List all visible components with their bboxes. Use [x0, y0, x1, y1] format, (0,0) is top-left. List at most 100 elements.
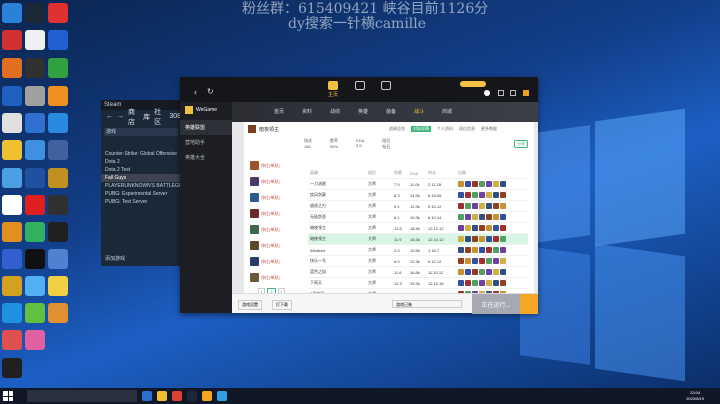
desktop-icon[interactable]	[2, 330, 22, 350]
desktop-icon[interactable]	[2, 249, 22, 269]
list-item[interactable]: 排位(单双)	[250, 190, 302, 205]
message-icon[interactable]	[498, 90, 504, 96]
back-icon[interactable]: ‹	[194, 87, 197, 97]
tab-items[interactable]: 装备	[386, 108, 396, 115]
desktop-icon[interactable]	[2, 30, 22, 50]
wegame-icon[interactable]	[202, 391, 212, 401]
browser-icon[interactable]	[172, 391, 182, 401]
desktop-icon[interactable]	[48, 86, 68, 106]
desktop-icon[interactable]	[25, 140, 45, 160]
tab-home[interactable]: 主页	[323, 81, 343, 98]
sidebar-item-lol[interactable]: 英雄联盟	[180, 120, 232, 135]
table-row[interactable]: 疾风剑豪 大师 8.3 14.5k 5.19.06	[308, 190, 528, 201]
desktop-icon[interactable]	[48, 195, 68, 215]
table-row[interactable]: 暗夜领主 大师 12.6 18.5k 12.12.12	[308, 223, 528, 234]
desktop-icon[interactable]	[48, 276, 68, 296]
desktop-icon[interactable]	[48, 58, 68, 78]
desktop-icon[interactable]	[48, 3, 68, 23]
table-row[interactable]: 快乐一号 大师 6.0 12.3k 6.12.12	[308, 256, 528, 267]
menu-icon[interactable]	[510, 90, 516, 96]
sidebar-item-heroes[interactable]: 英雄大全	[180, 150, 232, 165]
desktop-icon[interactable]	[2, 276, 22, 296]
desktop-icon[interactable]	[48, 113, 68, 133]
tab-shop[interactable]: 商城	[442, 108, 452, 115]
list-item[interactable]: 排位(单双)	[250, 158, 302, 173]
desktop-icon[interactable]	[25, 222, 45, 242]
desktop-icon[interactable]	[2, 222, 22, 242]
steam-icon[interactable]	[187, 391, 197, 401]
list-item[interactable]: 排位(单双)	[250, 206, 302, 221]
windows-start-icon[interactable]	[3, 391, 13, 401]
back-button[interactable]: ←	[106, 113, 113, 120]
nav-community[interactable]: 社区	[154, 107, 165, 127]
desktop-icon[interactable]	[25, 113, 45, 133]
table-row[interactable]: 无极剑圣 大师 6.1 10.3k 6.10.14	[308, 212, 528, 223]
list-item[interactable]: 排位(单双)	[250, 254, 302, 269]
desktop-icon[interactable]	[48, 222, 68, 242]
list-item[interactable]: Dota 2	[101, 158, 181, 166]
table-row[interactable]: 蓝色之焰 大师 11.6 16.8k 11.10.12	[308, 267, 528, 278]
desktop-icon[interactable]	[2, 3, 22, 23]
list-item[interactable]: 排位(单双)	[250, 238, 302, 253]
desktop-icon[interactable]	[48, 249, 68, 269]
list-item[interactable]: 排位(单双)	[250, 174, 302, 189]
explorer-icon[interactable]	[157, 391, 167, 401]
download-button[interactable]: 打下载	[272, 300, 292, 310]
desktop-icon[interactable]	[25, 58, 45, 78]
panel-tab[interactable]: 个人资料	[437, 126, 453, 132]
desktop-icon[interactable]	[25, 86, 45, 106]
desktop-icon[interactable]	[25, 249, 45, 269]
panel-tab[interactable]: 战绩总览	[389, 126, 405, 132]
table-row[interactable]: Windred 大师 4.3 10.5k 1.16.7	[308, 245, 528, 256]
tab-video[interactable]	[376, 81, 396, 91]
steam-filter[interactable]: 游戏	[104, 128, 178, 136]
share-button[interactable]: 分享	[514, 140, 528, 148]
list-item[interactable]: 排位(单双)	[250, 270, 302, 285]
list-item[interactable]: PUBG: Test Server	[101, 198, 181, 206]
steam-window[interactable]: Steam ← → 商店 库 社区 308 游戏 Counter-Strike:…	[101, 100, 181, 266]
desktop-icon[interactable]	[2, 358, 22, 378]
sidebar-item-camp[interactable]: 营地助手	[180, 135, 232, 150]
tab-record[interactable]: 战绩	[330, 108, 340, 115]
panel-tab[interactable]: 更多数据	[481, 126, 497, 132]
desktop-icon[interactable]	[25, 330, 45, 350]
table-row[interactable]: 暗夜领主 大师 11.9 16.3k 12.10.12	[308, 234, 528, 245]
forward-button[interactable]: →	[117, 113, 124, 120]
search-input[interactable]	[27, 390, 137, 402]
list-item[interactable]: 排位(单双)	[250, 222, 302, 237]
avatar[interactable]	[484, 90, 490, 96]
clock[interactable]: 23:04 2020/8/19	[686, 390, 704, 402]
gift-icon[interactable]	[523, 90, 529, 96]
desktop-icon[interactable]	[2, 140, 22, 160]
tab-heroes[interactable]: 英雄	[358, 108, 368, 115]
desktop-icon[interactable]	[2, 195, 22, 215]
desktop-icon[interactable]	[25, 168, 45, 188]
panel-tab[interactable]: 段位信息	[459, 126, 475, 132]
desktop-icon[interactable]	[2, 113, 22, 133]
desktop-icon[interactable]	[25, 195, 45, 215]
list-item[interactable]: Dota 2 Test	[101, 166, 181, 174]
desktop-icon[interactable]	[48, 30, 68, 50]
desktop-icon[interactable]	[48, 168, 68, 188]
nav-library[interactable]: 库	[143, 112, 150, 122]
launch-menu-button[interactable]	[520, 294, 538, 314]
desktop-icon[interactable]	[2, 168, 22, 188]
refresh-icon[interactable]: ↻	[207, 87, 214, 96]
region-select[interactable]: 游戏已装	[392, 300, 462, 308]
add-game-button[interactable]: 添加游戏	[105, 255, 125, 262]
nav-store[interactable]: 商店	[128, 107, 139, 127]
table-row[interactable]: 一刀流星 大师 7.9 11.0k 2.11.29	[308, 179, 528, 190]
list-item[interactable]: PLAYERUNKNOWN'S BATTLEGROUNDS	[101, 182, 181, 190]
desktop-icon[interactable]	[25, 276, 45, 296]
tab-profile[interactable]: 资料	[302, 108, 312, 115]
desktop-icon[interactable]	[25, 30, 45, 50]
table-row[interactable]: 放逐之刃 大师 9.1 12.9k 5.10.12	[308, 201, 528, 212]
desktop-icon[interactable]	[2, 58, 22, 78]
tab-home[interactable]: 首页	[274, 108, 284, 115]
desktop-icon[interactable]	[48, 303, 68, 323]
panel-tab[interactable]: 对局详情	[411, 126, 431, 132]
desktop-icon[interactable]	[48, 140, 68, 160]
wegame-window[interactable]: ‹ ↻ 主页 WeGame 英雄联盟 营地助手 英雄大全 首页 资料 战绩 英雄…	[180, 77, 538, 314]
launch-button[interactable]: 正在运行...	[472, 294, 520, 314]
table-row[interactable]: 下雨天 大师 12.3 15.5k 12.10.16	[308, 278, 528, 289]
